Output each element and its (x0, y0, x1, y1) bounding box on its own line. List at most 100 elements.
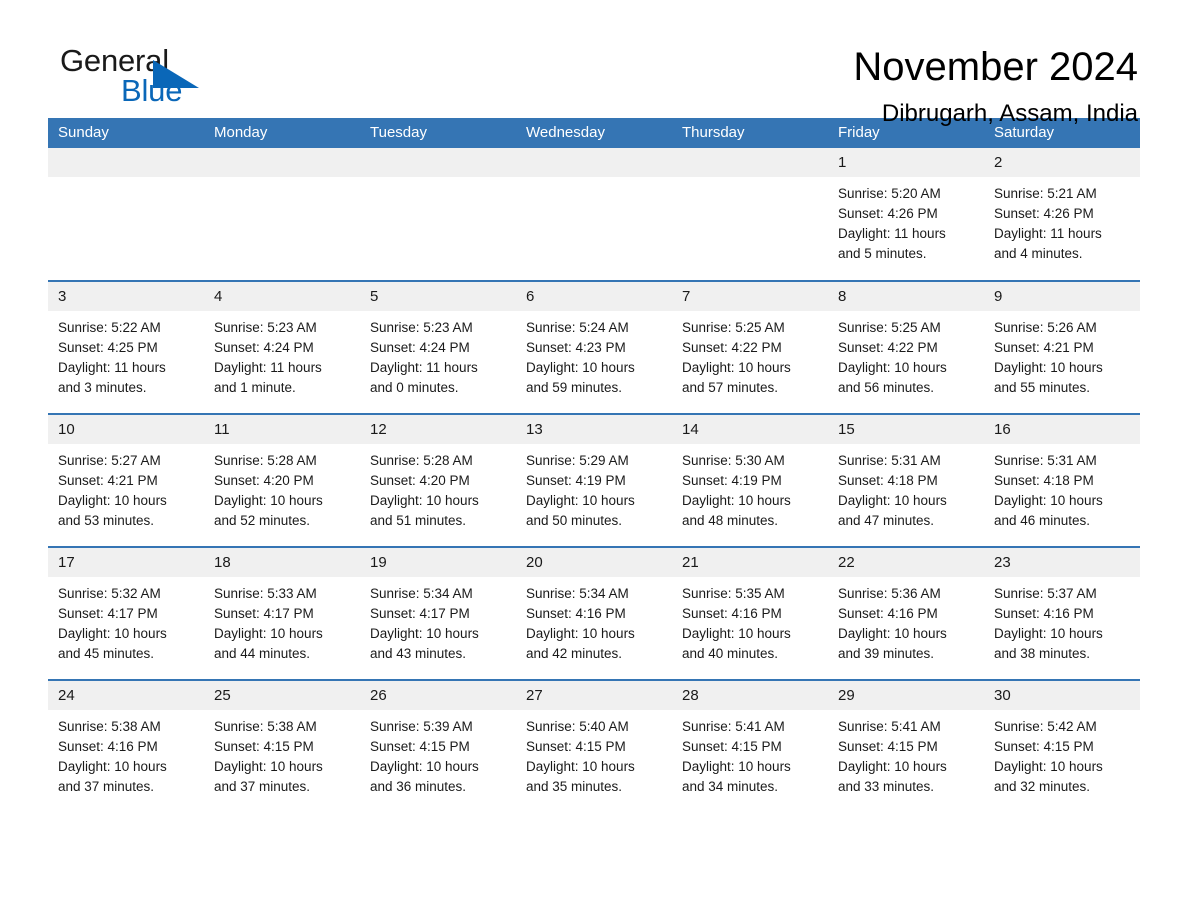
daylight-duration-line1: Daylight: 10 hours (682, 759, 791, 774)
calendar-day-cell[interactable]: 27 Sunrise: 5:40 AM Sunset: 4:15 PM Dayligh… (516, 679, 672, 813)
sunrise-time: Sunrise: 5:31 AM (994, 453, 1097, 468)
daylight-duration-line1: Daylight: 10 hours (994, 360, 1103, 375)
calendar-day-cell[interactable]: 11 Sunrise: 5:28 AM Sunset: 4:20 PM Dayligh… (204, 413, 360, 547)
day-details: Sunrise: 5:38 AM Sunset: 4:16 PM Daylight:… (48, 710, 204, 797)
sunset-time: Sunset: 4:17 PM (58, 606, 158, 621)
sunset-time: Sunset: 4:16 PM (58, 739, 158, 754)
sunrise-time: Sunrise: 5:28 AM (370, 453, 473, 468)
daylight-duration-line2: and 1 minute. (214, 380, 296, 395)
calendar-day-cell-empty (360, 148, 516, 281)
calendar-day-cell[interactable]: 18 Sunrise: 5:33 AM Sunset: 4:17 PM Dayligh… (204, 546, 360, 680)
daylight-duration-line2: and 51 minutes. (370, 513, 467, 528)
sunset-time: Sunset: 4:22 PM (682, 340, 782, 355)
daylight-duration-line1: Daylight: 11 hours (58, 360, 166, 375)
calendar-week-row: 17 Sunrise: 5:32 AM Sunset: 4:17 PM Dayligh… (48, 546, 1140, 680)
sunset-time: Sunset: 4:16 PM (838, 606, 938, 621)
day-number: 3 (48, 282, 204, 311)
sunset-time: Sunset: 4:20 PM (214, 473, 314, 488)
sunrise-time: Sunrise: 5:23 AM (214, 320, 317, 335)
sunset-time: Sunset: 4:15 PM (994, 739, 1094, 754)
sunrise-time: Sunrise: 5:37 AM (994, 586, 1097, 601)
calendar-day-cell[interactable]: 28 Sunrise: 5:41 AM Sunset: 4:15 PM Dayligh… (672, 679, 828, 813)
day-details: Sunrise: 5:40 AM Sunset: 4:15 PM Daylight:… (516, 710, 672, 797)
calendar-day-cell[interactable]: 22 Sunrise: 5:36 AM Sunset: 4:16 PM Dayligh… (828, 546, 984, 680)
day-details: Sunrise: 5:28 AM Sunset: 4:20 PM Daylight:… (204, 444, 360, 531)
calendar-day-cell[interactable]: 21 Sunrise: 5:35 AM Sunset: 4:16 PM Dayligh… (672, 546, 828, 680)
daylight-duration-line1: Daylight: 10 hours (994, 759, 1103, 774)
calendar-day-cell[interactable]: 20 Sunrise: 5:34 AM Sunset: 4:16 PM Dayligh… (516, 546, 672, 680)
calendar-day-cell[interactable]: 26 Sunrise: 5:39 AM Sunset: 4:15 PM Dayligh… (360, 679, 516, 813)
calendar-day-cell-empty (48, 148, 204, 281)
day-details: Sunrise: 5:26 AM Sunset: 4:21 PM Daylight:… (984, 311, 1140, 398)
sunrise-time: Sunrise: 5:26 AM (994, 320, 1097, 335)
weekday-header-sunday: Sunday (48, 118, 204, 148)
calendar-day-cell[interactable]: 3 Sunrise: 5:22 AM Sunset: 4:25 PM Daylight… (48, 280, 204, 414)
calendar-day-cell[interactable]: 9 Sunrise: 5:26 AM Sunset: 4:21 PM Daylight… (984, 280, 1140, 414)
calendar-day-cell[interactable]: 7 Sunrise: 5:25 AM Sunset: 4:22 PM Daylight… (672, 280, 828, 414)
daylight-duration-line1: Daylight: 10 hours (526, 759, 635, 774)
daylight-duration-line1: Daylight: 10 hours (214, 493, 323, 508)
daylight-duration-line1: Daylight: 10 hours (994, 626, 1103, 641)
calendar-day-cell[interactable]: 8 Sunrise: 5:25 AM Sunset: 4:22 PM Daylight… (828, 280, 984, 414)
calendar-day-cell[interactable]: 24 Sunrise: 5:38 AM Sunset: 4:16 PM Dayligh… (48, 679, 204, 813)
sunset-time: Sunset: 4:16 PM (682, 606, 782, 621)
day-number: 10 (48, 415, 204, 444)
calendar-day-cell[interactable]: 25 Sunrise: 5:38 AM Sunset: 4:15 PM Dayligh… (204, 679, 360, 813)
calendar-day-cell[interactable]: 12 Sunrise: 5:28 AM Sunset: 4:20 PM Dayligh… (360, 413, 516, 547)
day-number: 22 (828, 548, 984, 577)
calendar-day-cell-empty (204, 148, 360, 281)
triangle-flag-icon (153, 60, 199, 88)
day-details: Sunrise: 5:24 AM Sunset: 4:23 PM Daylight:… (516, 311, 672, 398)
daylight-duration-line1: Daylight: 10 hours (838, 360, 947, 375)
calendar-day-cell[interactable]: 1 Sunrise: 5:20 AM Sunset: 4:26 PM Daylight… (828, 148, 984, 281)
calendar-day-cell[interactable]: 13 Sunrise: 5:29 AM Sunset: 4:19 PM Dayligh… (516, 413, 672, 547)
daylight-duration-line1: Daylight: 10 hours (370, 493, 479, 508)
day-details: Sunrise: 5:23 AM Sunset: 4:24 PM Daylight:… (204, 311, 360, 398)
calendar-day-cell[interactable]: 4 Sunrise: 5:23 AM Sunset: 4:24 PM Daylight… (204, 280, 360, 414)
calendar-day-cell[interactable]: 15 Sunrise: 5:31 AM Sunset: 4:18 PM Dayligh… (828, 413, 984, 547)
calendar-day-cell[interactable]: 14 Sunrise: 5:30 AM Sunset: 4:19 PM Dayligh… (672, 413, 828, 547)
daylight-duration-line2: and 44 minutes. (214, 646, 311, 661)
sunrise-time: Sunrise: 5:39 AM (370, 719, 473, 734)
day-number: 7 (672, 282, 828, 311)
sunrise-time: Sunrise: 5:33 AM (214, 586, 317, 601)
page-header: General Blue November 2024 Dibrugarh, As… (48, 0, 1140, 128)
daylight-duration-line2: and 4 minutes. (994, 246, 1083, 261)
daylight-duration-line2: and 59 minutes. (526, 380, 623, 395)
weekday-header-monday: Monday (204, 118, 360, 148)
calendar-day-cell[interactable]: 10 Sunrise: 5:27 AM Sunset: 4:21 PM Dayligh… (48, 413, 204, 547)
day-details: Sunrise: 5:30 AM Sunset: 4:19 PM Daylight:… (672, 444, 828, 531)
calendar-day-cell[interactable]: 16 Sunrise: 5:31 AM Sunset: 4:18 PM Dayligh… (984, 413, 1140, 547)
day-details: Sunrise: 5:31 AM Sunset: 4:18 PM Daylight:… (828, 444, 984, 531)
weekday-header-tuesday: Tuesday (360, 118, 516, 148)
sunrise-time: Sunrise: 5:41 AM (838, 719, 941, 734)
sunset-time: Sunset: 4:16 PM (526, 606, 626, 621)
calendar-day-cell[interactable]: 19 Sunrise: 5:34 AM Sunset: 4:17 PM Dayligh… (360, 546, 516, 680)
daylight-duration-line2: and 36 minutes. (370, 779, 467, 794)
sunset-time: Sunset: 4:24 PM (370, 340, 470, 355)
title-block: November 2024 Dibrugarh, Assam, India (853, 44, 1140, 129)
sunrise-time: Sunrise: 5:35 AM (682, 586, 785, 601)
calendar-day-cell[interactable]: 17 Sunrise: 5:32 AM Sunset: 4:17 PM Dayligh… (48, 546, 204, 680)
daylight-duration-line1: Daylight: 10 hours (526, 626, 635, 641)
daylight-duration-line2: and 55 minutes. (994, 380, 1091, 395)
daylight-duration-line1: Daylight: 11 hours (838, 226, 946, 241)
daylight-duration-line1: Daylight: 10 hours (370, 759, 479, 774)
calendar-week-row: 3 Sunrise: 5:22 AM Sunset: 4:25 PM Daylight… (48, 280, 1140, 414)
day-number: 14 (672, 415, 828, 444)
calendar-day-cell[interactable]: 2 Sunrise: 5:21 AM Sunset: 4:26 PM Daylight… (984, 148, 1140, 281)
calendar-day-cell[interactable]: 29 Sunrise: 5:41 AM Sunset: 4:15 PM Dayligh… (828, 679, 984, 813)
daylight-duration-line2: and 40 minutes. (682, 646, 779, 661)
day-number: 27 (516, 681, 672, 710)
day-number (48, 148, 204, 177)
calendar-day-cell[interactable]: 5 Sunrise: 5:23 AM Sunset: 4:24 PM Daylight… (360, 280, 516, 414)
sunset-time: Sunset: 4:18 PM (838, 473, 938, 488)
general-blue-logo[interactable]: General Blue (48, 44, 278, 118)
day-number: 29 (828, 681, 984, 710)
day-number: 8 (828, 282, 984, 311)
day-details: Sunrise: 5:41 AM Sunset: 4:15 PM Daylight:… (828, 710, 984, 797)
calendar-day-cell[interactable]: 6 Sunrise: 5:24 AM Sunset: 4:23 PM Daylight… (516, 280, 672, 414)
calendar-day-cell[interactable]: 23 Sunrise: 5:37 AM Sunset: 4:16 PM Dayligh… (984, 546, 1140, 680)
calendar-day-cell[interactable]: 30 Sunrise: 5:42 AM Sunset: 4:15 PM Dayligh… (984, 679, 1140, 813)
sunrise-time: Sunrise: 5:31 AM (838, 453, 941, 468)
